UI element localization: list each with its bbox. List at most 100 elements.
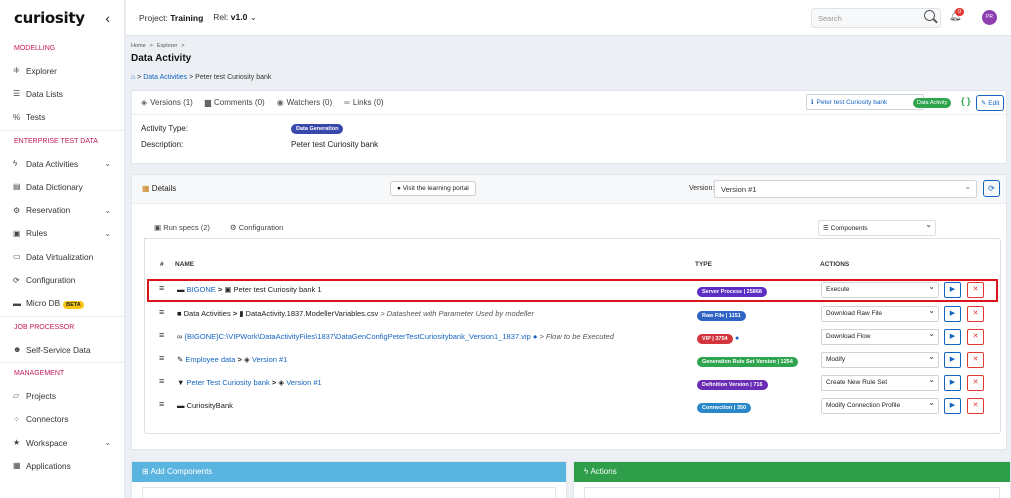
search-input[interactable]: Search [811, 8, 941, 28]
row-text[interactable]: Version #1 [286, 378, 321, 387]
play-icon[interactable]: ▶ [944, 375, 961, 391]
release-selector[interactable]: Rel: v1.0 ⌄ [213, 12, 257, 23]
add-components-card: ⊞ Add Components [131, 461, 567, 498]
activity-type-value: Data Generation [291, 123, 344, 134]
tab-comments[interactable]: ▆ Comments (0) [205, 98, 265, 107]
comments-icon: ▆ [204, 98, 211, 107]
tab-versions-label: Versions (1) [150, 98, 193, 107]
row-link[interactable]: {BIGONE}C:\VIPWork\DataActivityFiles\183… [184, 332, 530, 341]
sidebar-item-applications[interactable]: ▦ Applications [0, 454, 124, 477]
add-components-title: Add Components [150, 467, 213, 476]
tab-overview[interactable]: ℹ Peter test Curiosity bank [806, 94, 924, 110]
sidebar-item-tests[interactable]: % Tests [0, 106, 124, 129]
tab-run-specs[interactable]: ▣ Run specs (2) [144, 217, 220, 238]
explorer-icon: ⁜ [13, 66, 20, 76]
table-row: ≡ ■ Data Activities > ▮ DataActivity.183… [147, 303, 998, 326]
actions-header[interactable]: ϟ Actions [574, 462, 1010, 482]
tab-links[interactable]: ∞ Links (0) [344, 98, 383, 107]
sidebar-item-micro-db[interactable]: ▬ Micro DB BETA [0, 292, 124, 315]
sidebar-item-data-activities[interactable]: ϟ Data Activities ⌄ [0, 152, 124, 175]
action-select[interactable]: Execute [821, 282, 939, 298]
drag-handle-icon[interactable]: ≡ [159, 399, 164, 409]
edit-icon: ✎ [981, 100, 987, 107]
page-title: Data Activity [131, 53, 192, 64]
drag-handle-icon[interactable]: ≡ [159, 376, 164, 386]
beta-badge: BETA [63, 301, 84, 310]
sidebar-item-data-virtualization[interactable]: ▭ Data Virtualization [0, 245, 124, 268]
tab-watchers[interactable]: ◉ Watchers (0) [277, 98, 332, 107]
search-icon[interactable] [924, 10, 935, 21]
folder-icon: ▱ [13, 391, 20, 401]
breadcrumb-home[interactable]: Home [131, 43, 146, 49]
row-link[interactable]: Employee data [185, 355, 235, 364]
row-name: ▼ Peter Test Curiosity bank > ◈ Version … [177, 378, 322, 387]
play-icon[interactable]: ▶ [944, 398, 961, 414]
components-table: # NAME TYPE ACTIONS ≡ ▬ BIGONE > ▣ Peter… [144, 238, 1001, 434]
sidebar-item-workspace[interactable]: ★ Workspace ⌄ [0, 431, 124, 454]
sub-breadcrumb-link[interactable]: Data Activities [143, 74, 187, 81]
json-icon[interactable]: { } [961, 96, 971, 106]
tab-configuration[interactable]: ⚙ Configuration [220, 217, 293, 238]
drag-handle-icon[interactable]: ≡ [159, 353, 164, 363]
close-icon[interactable]: ✕ [967, 352, 984, 368]
row-extra: > Datasheet with Parameter Used by model… [380, 309, 534, 318]
breadcrumb-explorer[interactable]: Explorer [157, 43, 177, 49]
drag-handle-icon[interactable]: ≡ [159, 330, 164, 340]
project-selector[interactable]: Project: Training [139, 13, 203, 23]
sidebar-item-reservation[interactable]: ⚙ Reservation ⌄ [0, 198, 124, 221]
info-card: ℹPeter test Curiosity bank ◈Versions (1)… [131, 90, 1007, 164]
breadcrumb: Home > Explorer > [131, 43, 189, 49]
add-components-header[interactable]: ⊞ Add Components [132, 462, 566, 482]
header-type: TYPE [695, 261, 712, 268]
learning-portal-button[interactable]: ● Visit the learning portal [390, 181, 476, 196]
action-select[interactable]: Download Flow [821, 329, 939, 345]
chevron-down-icon: ⌄ [104, 205, 111, 215]
tab-components[interactable]: ☰ Components [818, 220, 936, 236]
drag-handle-icon[interactable]: ≡ [159, 307, 164, 317]
refresh-icon[interactable]: ⟳ [983, 180, 1000, 197]
notification-count: 0 [955, 8, 965, 16]
layers-icon: ◈ [244, 355, 250, 364]
drag-handle-icon[interactable]: ≡ [159, 283, 164, 293]
sidebar-item-explorer[interactable]: ⁜ Explorer [0, 59, 124, 82]
action-select[interactable]: Modify [821, 352, 939, 368]
sidebar-item-projects[interactable]: ▱ Projects [0, 384, 124, 407]
action-select[interactable]: Download Raw File [821, 306, 939, 322]
row-name: ✎ Employee data > ◈ Version #1 [177, 355, 287, 364]
row-link[interactable]: Peter Test Curiosity bank [187, 378, 270, 387]
play-icon[interactable]: ▶ [944, 329, 961, 345]
sidebar-item-configuration[interactable]: ⟳ Configuration [0, 268, 124, 291]
actions-card: ϟ Actions [573, 461, 1011, 498]
home-icon[interactable]: ⌂ [131, 74, 135, 81]
row-link[interactable]: BIGONE [187, 285, 216, 294]
table-row: ≡ ▼ Peter Test Curiosity bank > ◈ Versio… [147, 372, 998, 395]
action-select[interactable]: Create New Rule Set [821, 375, 939, 391]
sidebar-item-rules[interactable]: ▣ Rules ⌄ [0, 222, 124, 245]
info-icon: ● [734, 335, 740, 342]
close-icon[interactable]: ✕ [967, 282, 984, 298]
play-icon[interactable]: ▶ [944, 306, 961, 322]
header-num: # [160, 261, 164, 268]
edit-button[interactable]: ✎ Edit [976, 95, 1005, 111]
sidebar-item-self-service[interactable]: ☻ Self-Service Data [0, 338, 124, 361]
row-text[interactable]: Version #1 [252, 355, 287, 364]
close-icon[interactable]: ✕ [967, 375, 984, 391]
sidebar-item-data-dictionary[interactable]: ▤ Data Dictionary [0, 175, 124, 198]
chevron-left-icon[interactable]: ‹ [105, 10, 110, 26]
play-icon[interactable]: ▶ [944, 282, 961, 298]
tab-versions[interactable]: ◈ Versions (1) [141, 98, 193, 107]
percent-icon: % [13, 112, 21, 122]
info-tabs: ℹPeter test Curiosity bank ◈Versions (1)… [132, 91, 1006, 115]
action-select[interactable]: Modify Connection Profile [821, 398, 939, 414]
avatar[interactable]: PR [982, 10, 997, 25]
add-components-body [142, 487, 556, 498]
close-icon[interactable]: ✕ [967, 398, 984, 414]
logo[interactable]: curiosity [14, 9, 85, 27]
close-icon[interactable]: ✕ [967, 329, 984, 345]
sidebar-item-data-lists[interactable]: ☰ Data Lists [0, 82, 124, 105]
close-icon[interactable]: ✕ [967, 306, 984, 322]
play-icon[interactable]: ▶ [944, 352, 961, 368]
sidebar-item-connectors[interactable]: ⁘ Connectors [0, 408, 124, 431]
table-row: ≡ ▬ CuriosityBank Connection | 350 Modif… [147, 395, 998, 418]
version-select[interactable]: Version #1 [714, 180, 977, 198]
